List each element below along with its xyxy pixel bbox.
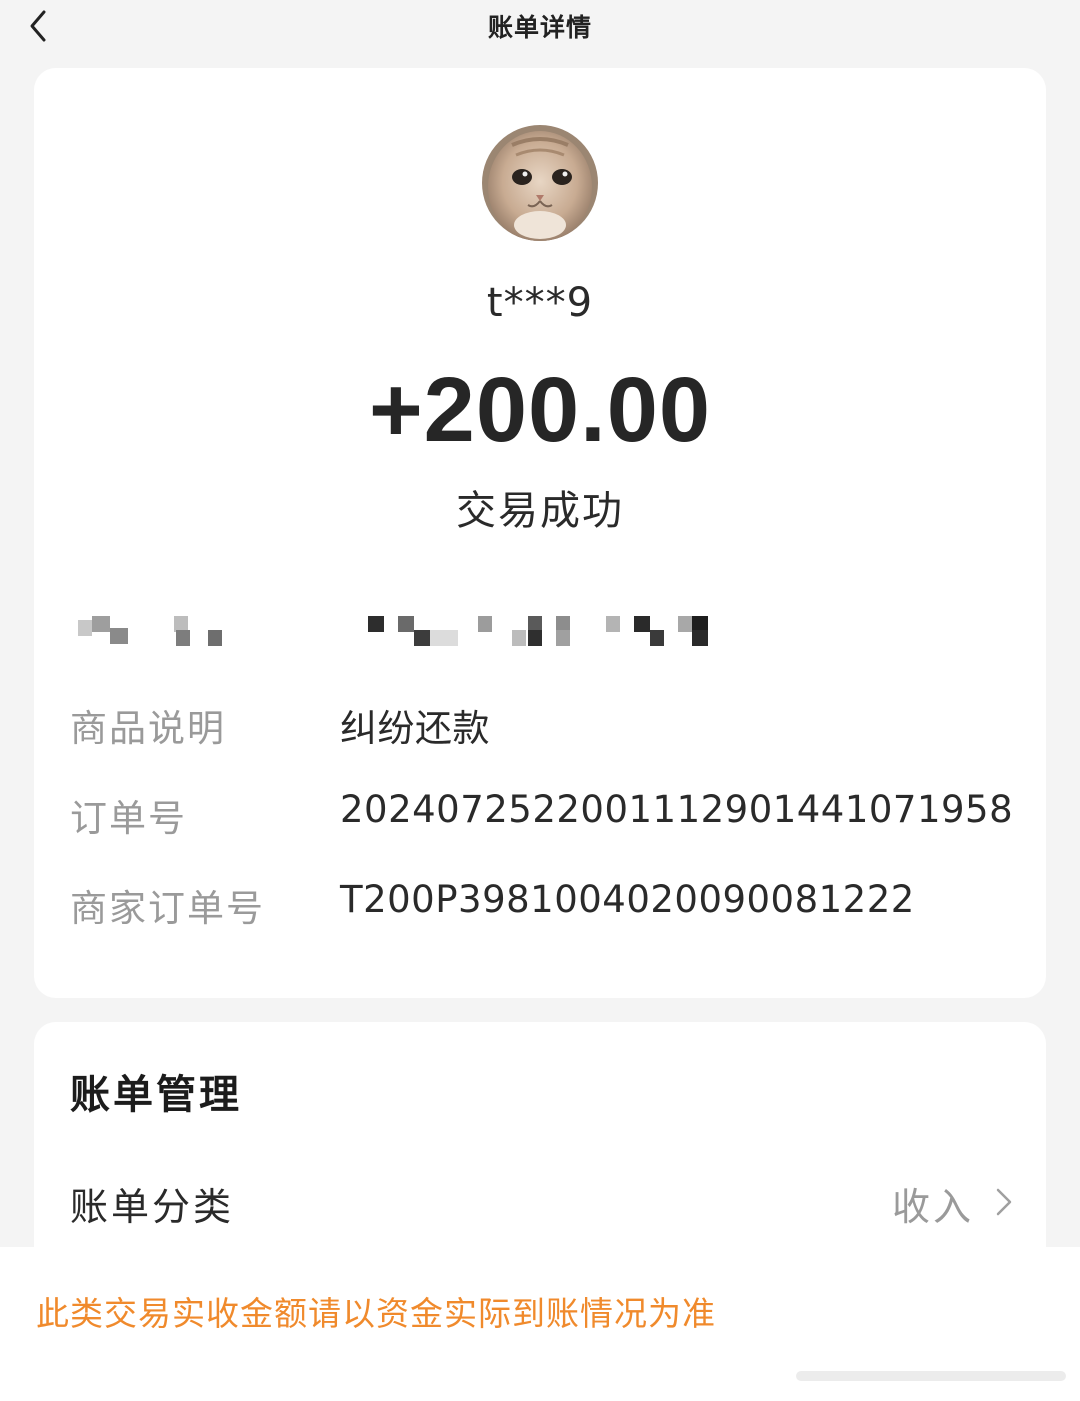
transaction-amount: +200.00 xyxy=(368,359,712,461)
redacted-row xyxy=(78,616,778,656)
detail-value: 纠纷还款 xyxy=(340,707,490,750)
detail-value[interactable]: 2024072522001112901441071958 xyxy=(340,788,1013,831)
redaction-pixel xyxy=(678,616,692,632)
redaction-pixel xyxy=(606,616,620,632)
home-indicator xyxy=(796,1371,1066,1381)
detail-label: 商家订单号 xyxy=(70,887,265,930)
payer-name: t***9 xyxy=(486,280,594,326)
detail-row-order-number: 订单号 2024072522001112901441071958 xyxy=(34,780,1046,840)
notice-sheet: 此类交易实收金额请以资金实际到账情况为准 xyxy=(0,1247,1080,1401)
detail-row-merchant-order-number: 商家订单号 T200P3981004020090081222 xyxy=(34,870,1046,930)
detail-label: 商品说明 xyxy=(70,707,226,750)
page-title: 账单详情 xyxy=(487,13,592,42)
redaction-pixel xyxy=(92,616,110,632)
redaction-pixel xyxy=(110,628,128,644)
cat-avatar-image xyxy=(482,125,598,241)
bill-management-card: 账单管理 账单分类 收入 xyxy=(34,1022,1046,1282)
redaction-pixel xyxy=(430,630,458,646)
redaction-pixel xyxy=(692,630,708,646)
redaction-pixel xyxy=(528,630,542,646)
chevron-right-icon xyxy=(996,1188,1012,1216)
redaction-pixel xyxy=(208,630,222,646)
redaction-pixel xyxy=(512,630,526,646)
redaction-pixel xyxy=(556,630,570,646)
redaction-pixel xyxy=(176,630,190,646)
redaction-pixel xyxy=(398,616,414,632)
redaction-pixel xyxy=(634,616,650,632)
section-title: 账单管理 xyxy=(70,1072,242,1118)
detail-label: 订单号 xyxy=(70,797,187,840)
redaction-pixel xyxy=(368,616,384,632)
bill-category-row[interactable]: 账单分类 收入 xyxy=(34,1172,1046,1232)
bill-category-value: 收入 xyxy=(891,1185,974,1229)
detail-row-description: 商品说明 纠纷还款 xyxy=(34,690,1046,750)
detail-value[interactable]: T200P3981004020090081222 xyxy=(340,878,915,921)
redaction-pixel xyxy=(414,630,430,646)
transaction-status: 交易成功 xyxy=(456,488,624,534)
redaction-pixel xyxy=(78,620,92,636)
redaction-pixel xyxy=(650,630,664,646)
redaction-pixel xyxy=(478,616,492,632)
avatar[interactable] xyxy=(482,125,598,241)
bill-category-label: 账单分类 xyxy=(70,1185,235,1229)
nav-bar: 账单详情 xyxy=(0,0,1080,50)
notice-text: 此类交易实收金额请以资金实际到账情况为准 xyxy=(36,1294,716,1333)
transaction-card: t***9 +200.00 交易成功 商品说明 纠纷还款 订单号 2024072… xyxy=(34,68,1046,998)
